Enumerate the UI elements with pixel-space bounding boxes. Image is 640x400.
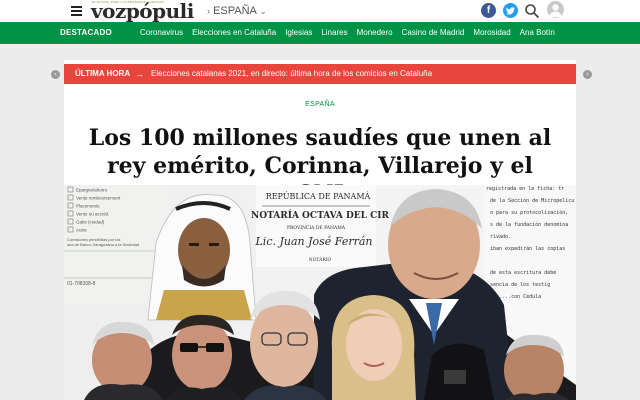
notary-document: REPÚBLICA DE PANAMÁ NOTARÍA OCTAVA DEL C… [251, 185, 390, 267]
person-corinna [331, 295, 416, 400]
form-line: Vente ou acciód. [76, 212, 109, 217]
section-selector[interactable]: › ESPAÑA ⌄ [207, 5, 267, 17]
breaking-news-headline[interactable]: Elecciones catalanas 2021, en directo: ú… [151, 64, 432, 84]
form-line: Autre [76, 228, 87, 233]
form-code: 01-708208-8 [67, 281, 96, 287]
doc-heading: REPÚBLICA DE PANAMÁ [266, 192, 371, 201]
facebook-glyph: f [486, 5, 491, 16]
typed-line: registrada en la ficha: tr [486, 186, 564, 192]
nav-item-elecciones-cataluna[interactable]: Elecciones en Cataluña [192, 22, 276, 44]
chevron-down-icon: ⌄ [259, 6, 267, 16]
site-header: vozpópuli EL DIGITAL PARA LAS PERSONAS C… [0, 0, 640, 22]
form-line: Placements [76, 204, 100, 209]
doc-signature: Lic. Juan José Ferrán [255, 235, 373, 248]
typed-line: sencia de los testig [490, 282, 550, 288]
nav-item-monedero[interactable]: Monedero [357, 22, 393, 44]
typed-line: s de la fundación denomina [490, 221, 568, 228]
section-label: ESPAÑA [213, 5, 257, 17]
article-hero-image: Epargne/ahorro Vente remboursement Place… [64, 185, 576, 400]
typed-line: de la Sección de Micropelícu [490, 197, 574, 204]
form-note: sea de Banco Zaragozano a la Sociedad [67, 242, 139, 247]
user-icon[interactable] [547, 1, 564, 18]
arrow-right-icon: → [135, 69, 144, 79]
nav-item-casino-de-madrid[interactable]: Casino de Madrid [402, 22, 465, 44]
article-section-kicker[interactable]: ESPAÑA [64, 101, 576, 108]
doc-role: NOTARIO [309, 257, 332, 263]
nav-items: Coronavirus Elecciones en Cataluña Igles… [140, 22, 564, 44]
nav-lead-label: DESTACADO [60, 28, 112, 37]
nav-item-coronavirus[interactable]: Coronavirus [140, 22, 183, 44]
twitter-icon[interactable] [503, 3, 518, 18]
form-line: Gabs (ciudad) [76, 220, 105, 225]
nav-item-iglesias[interactable]: Iglesias [285, 22, 312, 44]
typed-line: rivado. [490, 234, 511, 240]
facebook-icon[interactable]: f [481, 3, 496, 18]
nav-item-morosidad[interactable]: Morosidad [473, 22, 510, 44]
typed-line: iban expedirán las copias [490, 245, 565, 252]
nav-item-ana-botin[interactable]: Ana Botín [520, 22, 555, 44]
doc-heading: NOTARÍA OCTAVA DEL CIR [251, 209, 389, 221]
search-icon[interactable] [524, 3, 540, 19]
form-line: Vente remboursement [76, 196, 121, 201]
breaking-news-label: ÚLTIMA HORA [75, 69, 131, 78]
chevron-right-icon: › [207, 6, 210, 16]
nav-item-linares[interactable]: Linares [321, 22, 347, 44]
chevron-left-icon[interactable]: ‹ [51, 70, 60, 79]
chevron-right-icon[interactable]: › [583, 70, 592, 79]
typed-line: de esta escritura debe [490, 270, 556, 276]
article-card: ÚLTIMA HORA → Elecciones catalanas 2021,… [64, 60, 576, 400]
menu-icon[interactable] [71, 6, 82, 16]
doc-province: PROVINCIA DE PANAMÁ [287, 224, 346, 231]
breaking-news-bar[interactable]: ÚLTIMA HORA → Elecciones catalanas 2021,… [64, 64, 576, 84]
form-line: Epargne/ahorro [76, 188, 108, 193]
trending-nav: DESTACADO Coronavirus Elecciones en Cata… [0, 22, 640, 44]
typed-line: o para su protocolización, [490, 209, 568, 216]
site-tagline: EL DIGITAL PARA LAS PERSONAS CURIOSAS [92, 0, 165, 4]
